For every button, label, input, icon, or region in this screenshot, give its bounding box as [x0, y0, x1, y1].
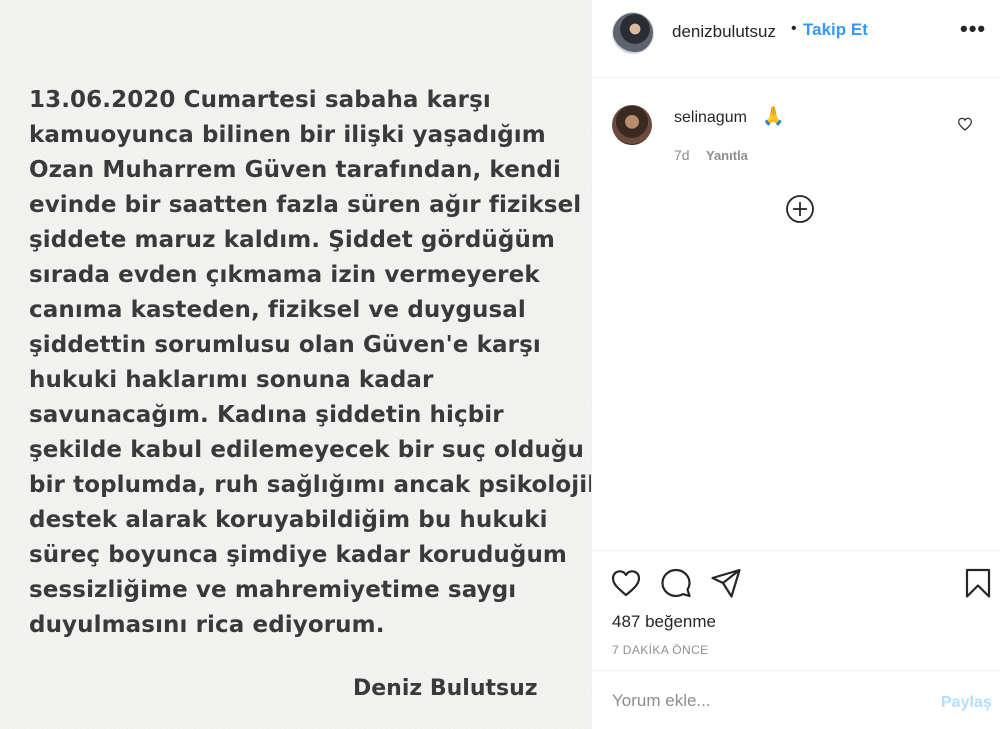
post-actions: 487 beğenme 7 DAKİKA ÖNCE	[592, 550, 1000, 670]
send-icon[interactable]	[710, 567, 742, 599]
statement-signature: Deniz Bulutsuz	[353, 676, 538, 701]
statement-line: evinde bir saatten fazla süren ağır fizi…	[29, 192, 582, 218]
statement-line: şiddete maruz kaldım. Şiddet gördüğüm	[29, 227, 555, 253]
post-image[interactable]: 13.06.2020 Cumartesi sabaha karşı kamuoy…	[0, 0, 603, 729]
statement-line: kamuoyunca bilinen bir ilişki yaşadığım	[29, 122, 546, 148]
comment-heart-icon[interactable]	[957, 116, 973, 132]
likes-count-link[interactable]: 487 beğenme	[612, 612, 716, 632]
statement-line: duyulmasını rica ediyorum.	[29, 612, 385, 638]
statement-line: 13.06.2020 Cumartesi sabaha karşı	[29, 87, 491, 113]
statement-line: şiddettin sorumlusu olan Güven'e karşı	[29, 332, 541, 358]
statement-line: süreç boyunca şimdiye kadar koruduğum	[29, 542, 567, 568]
post-comment-button[interactable]: Paylaş	[941, 694, 992, 712]
statement-text: 13.06.2020 Cumartesi sabaha karşı kamuoy…	[29, 83, 603, 643]
comment-text: 🙏	[762, 106, 785, 126]
statement-line: şekilde kabul edilemeyecek bir suç olduğ…	[29, 437, 584, 463]
author-avatar[interactable]	[612, 12, 654, 54]
statement-line: canıma kasteden, fiziksel ve duygusal	[29, 297, 526, 323]
statement-line: sırada evden çıkmama izin vermeyerek	[29, 262, 540, 288]
statement-line: hukuki haklarımı sonuna kadar	[29, 367, 434, 393]
heart-icon[interactable]	[610, 567, 642, 599]
post-side-panel: denizbulutsuz • Takip Et ••• selinagum 🙏…	[591, 0, 1000, 729]
more-horizontal-icon[interactable]: •••	[960, 18, 985, 42]
bookmark-icon[interactable]	[962, 567, 994, 599]
commenter-username-link[interactable]: selinagum	[674, 109, 747, 127]
follow-button[interactable]: Takip Et	[803, 20, 868, 40]
header-separator: •	[791, 20, 797, 37]
author-username-link[interactable]: denizbulutsuz	[672, 22, 776, 42]
statement-line: destek alarak koruyabildiğim bu hukuki	[29, 507, 548, 533]
post-header: denizbulutsuz • Takip Et •••	[592, 0, 1000, 78]
load-more-comments-icon[interactable]	[784, 193, 816, 225]
comment-bubble-icon[interactable]	[660, 567, 692, 599]
comment-input[interactable]	[612, 688, 932, 714]
statement-line: Ozan Muharrem Güven tarafından, kendi	[29, 157, 561, 183]
post-timestamp[interactable]: 7 DAKİKA ÖNCE	[612, 643, 709, 657]
statement-line: bir toplumda, ruh sağlığımı ancak psikol…	[29, 472, 603, 498]
comment-item: selinagum 🙏 7d Yanıtla	[592, 100, 1000, 170]
reply-button[interactable]: Yanıtla	[706, 148, 748, 163]
commenter-avatar[interactable]	[612, 105, 652, 145]
statement-line: savunacağım. Kadına şiddetin hiçbir	[29, 402, 504, 428]
statement-line: sessizliğime ve mahremiyetime saygı	[29, 577, 517, 603]
add-comment-section: Paylaş	[592, 670, 1000, 729]
comment-timestamp: 7d	[674, 147, 690, 163]
